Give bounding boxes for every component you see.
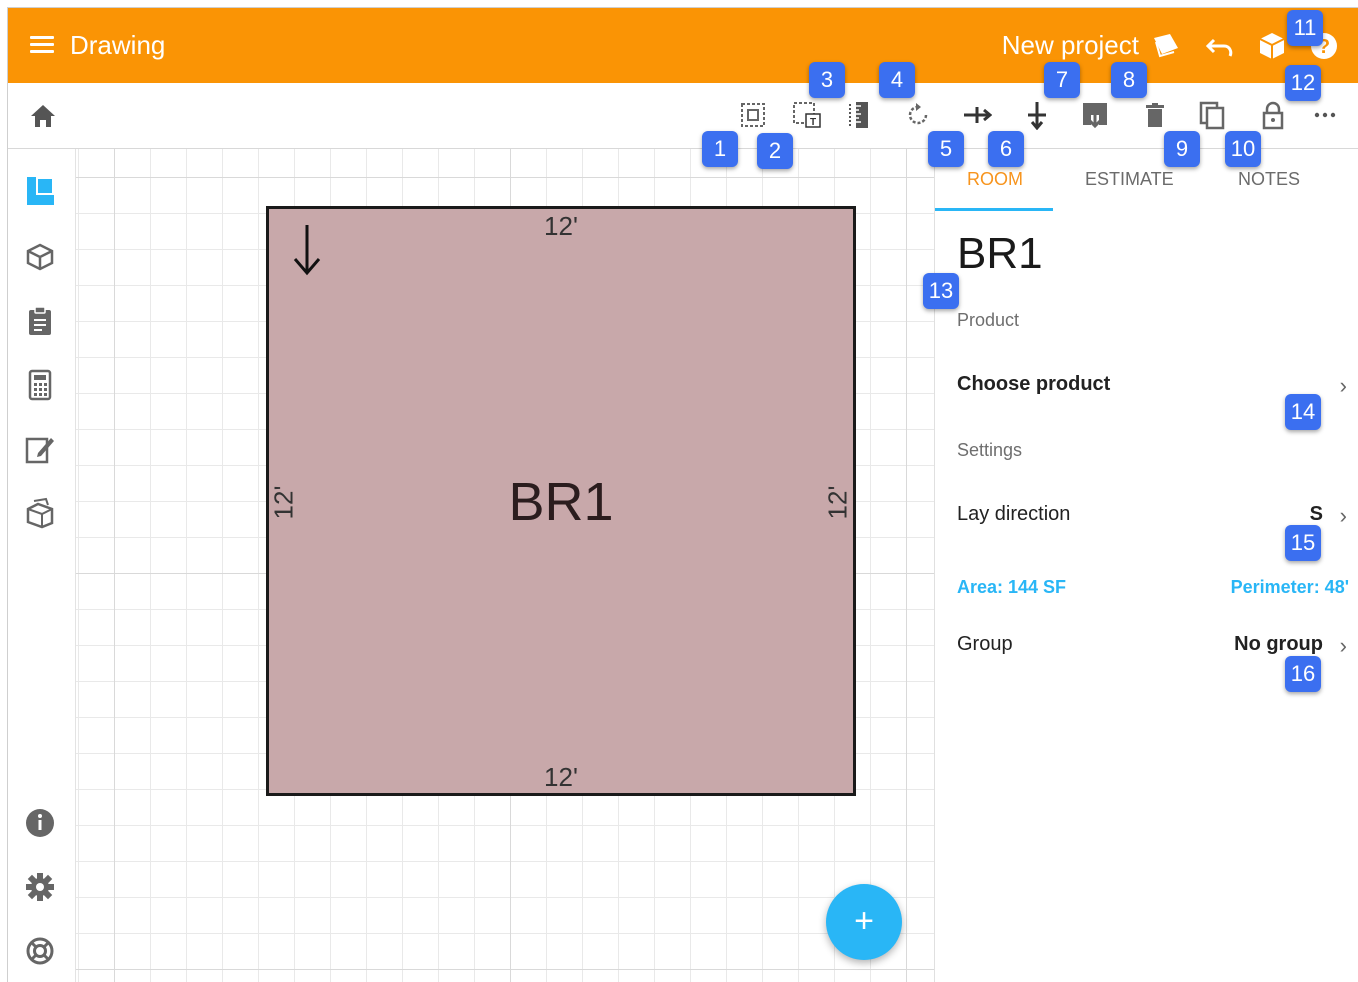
annotation-badge: 1 [702, 131, 738, 167]
room-shape[interactable]: 12' 12' 12' 12' BR1 [266, 206, 856, 796]
home-icon[interactable] [28, 102, 58, 130]
tab-estimate[interactable]: ESTIMATE [1085, 169, 1174, 190]
chevron-right-icon: › [1339, 633, 1347, 658]
delete-icon[interactable] [1140, 100, 1170, 130]
annotation-badge: 11 [1287, 10, 1323, 46]
annotation-badge: 6 [988, 131, 1024, 167]
select-area-icon[interactable] [738, 100, 768, 130]
annotation-badge: 10 [1225, 131, 1261, 167]
products-icon[interactable] [24, 497, 56, 529]
annotation-badge: 15 [1285, 525, 1321, 561]
properties-panel: ROOM ESTIMATE NOTES BR1 Product Choose p… [934, 149, 1358, 982]
lock-icon[interactable] [1258, 100, 1288, 130]
annotation-badge: 4 [879, 62, 915, 98]
group-row[interactable]: Group No group › [957, 633, 1347, 658]
annotation-badge: 12 [1285, 65, 1321, 101]
annotation-badge: 7 [1044, 62, 1080, 98]
choose-product-label: Choose product [957, 373, 1111, 395]
floor-plan-icon[interactable] [24, 175, 56, 207]
room-name[interactable]: BR1 [957, 229, 1043, 279]
dimension-bottom[interactable]: 12' [269, 762, 853, 793]
split-horizontal-icon[interactable] [962, 100, 993, 130]
layers-icon[interactable] [1150, 30, 1182, 62]
annotation-badge: 8 [1111, 62, 1147, 98]
left-rail [8, 149, 76, 982]
grid-line [906, 149, 907, 982]
group-value: No group [1234, 633, 1323, 655]
calculator-icon[interactable] [24, 369, 56, 401]
rotate-icon[interactable] [904, 100, 934, 130]
lay-direction-value: S [1309, 503, 1323, 525]
annotation-badge: 16 [1285, 656, 1321, 692]
3d-box-icon[interactable] [24, 241, 56, 273]
chevron-right-icon: › [1339, 373, 1347, 398]
grid-line [76, 969, 934, 970]
product-section-label: Product [957, 310, 1020, 330]
menu-icon[interactable] [30, 34, 56, 56]
choose-product-row[interactable]: Choose product › [957, 373, 1347, 398]
active-tab-indicator [935, 208, 1053, 211]
undo-icon[interactable] [1204, 30, 1236, 62]
download-icon[interactable] [1080, 100, 1110, 130]
split-vertical-icon[interactable] [1022, 100, 1052, 131]
select-text-area-icon[interactable]: T [792, 100, 822, 130]
drawing-canvas[interactable]: 12' 12' 12' 12' BR1 + [76, 149, 934, 982]
info-icon[interactable] [24, 807, 56, 839]
clipboard-icon[interactable] [24, 305, 56, 337]
settings-section-label: Settings [957, 440, 1023, 460]
lay-direction-label: Lay direction [957, 503, 1071, 525]
edit-note-icon[interactable] [24, 433, 56, 465]
perimeter-readout: Perimeter: 48' [1230, 577, 1349, 597]
svg-text:T: T [810, 117, 816, 128]
tab-notes[interactable]: NOTES [1238, 169, 1300, 190]
more-icon[interactable] [1310, 100, 1340, 130]
annotation-badge: 13 [923, 273, 959, 309]
toolbar: T [8, 83, 1358, 149]
tab-room[interactable]: ROOM [967, 169, 1023, 190]
annotation-badge: 2 [757, 133, 793, 169]
room-label: BR1 [508, 472, 614, 532]
annotation-badge: 14 [1285, 394, 1321, 430]
app-window: Drawing New project ? T 12' 12' 12' 12' … [7, 7, 1358, 982]
settings-icon[interactable] [24, 871, 56, 903]
app-title: Drawing [70, 30, 166, 60]
group-label: Group [957, 633, 1013, 655]
chevron-right-icon: › [1339, 503, 1347, 528]
area-readout: Area: 144 SF [957, 577, 1067, 597]
copy-icon[interactable] [1198, 100, 1228, 130]
annotation-badge: 9 [1164, 131, 1200, 167]
app-bar: Drawing New project ? [8, 8, 1358, 83]
annotation-badge: 3 [809, 62, 845, 98]
annotation-badge: 5 [928, 131, 964, 167]
dimension-top[interactable]: 12' [269, 211, 853, 242]
help-lifebuoy-icon[interactable] [24, 935, 56, 967]
grid-line [114, 149, 115, 982]
lay-direction-row[interactable]: Lay direction S › [957, 503, 1347, 528]
ruler-icon[interactable] [844, 100, 874, 130]
grid-line [76, 177, 934, 178]
3d-view-icon[interactable] [1256, 30, 1288, 62]
project-name[interactable]: New project [1002, 30, 1139, 61]
add-button[interactable]: + [826, 884, 902, 960]
